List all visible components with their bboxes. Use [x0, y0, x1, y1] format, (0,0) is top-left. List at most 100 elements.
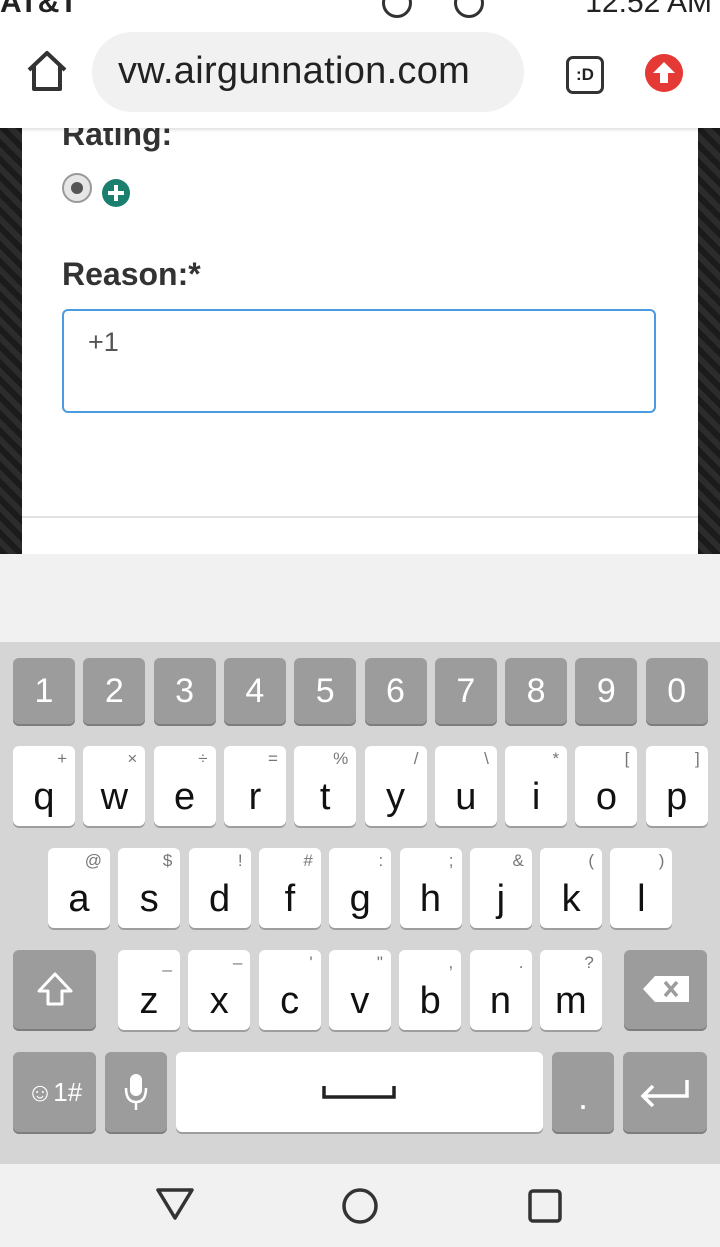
keyboard-suggestion-strip: [0, 554, 720, 642]
key-r[interactable]: = r: [223, 746, 286, 826]
key-w[interactable]: × w: [83, 746, 146, 826]
data-saver-icon: [382, 0, 412, 18]
key-t[interactable]: % t: [294, 746, 357, 826]
key-x[interactable]: – x: [188, 950, 251, 1030]
key-l[interactable]: ) l: [610, 848, 673, 928]
number-key-4[interactable]: 4: [223, 658, 286, 724]
key-letter: z: [139, 980, 159, 1022]
number-key-6[interactable]: 6: [364, 658, 427, 724]
number-key-7[interactable]: 7: [434, 658, 497, 724]
microphone-icon: [124, 1074, 148, 1110]
browser-toolbar: vw.airgunnation.com :D: [0, 18, 720, 128]
key-letter: d: [209, 878, 231, 920]
key-secondary-symbol: ,: [448, 953, 454, 972]
key-letter: m: [554, 980, 587, 1022]
key-c[interactable]: ' c: [258, 950, 321, 1030]
key-o[interactable]: [o: [575, 746, 638, 826]
enter-arrow-icon: [640, 1080, 689, 1108]
key-letter: p: [666, 776, 688, 818]
key-secondary-symbol: _: [162, 953, 172, 972]
key-n[interactable]: .n: [469, 950, 532, 1030]
key-secondary-symbol: +: [57, 749, 67, 768]
key-secondary-symbol: :: [378, 851, 384, 870]
key-secondary-symbol: ?: [584, 953, 594, 972]
key-s[interactable]: $ s: [118, 848, 181, 928]
key-secondary-symbol: $: [162, 851, 173, 870]
number-key-9[interactable]: 9: [575, 658, 638, 724]
key-secondary-symbol: ;: [448, 851, 454, 870]
key-letter: a: [68, 878, 90, 920]
key-secondary-symbol: ): [658, 851, 665, 870]
alarm-icon: [454, 0, 484, 18]
enter-key[interactable]: [623, 1052, 707, 1132]
key-letter: o: [595, 776, 617, 818]
key-letter: e: [174, 776, 196, 818]
key-g[interactable]: :g: [329, 848, 392, 928]
key-b[interactable]: ,b: [399, 950, 462, 1030]
backspace-key[interactable]: [624, 950, 707, 1029]
keyboard: ☺1# . 1 2 3 4 5 6 7 8 9 0 + q × w ÷ e = r% t / y \ u * i[o] p @ a $ s…: [0, 642, 720, 1164]
number-key-3[interactable]: 3: [153, 658, 216, 724]
key-u[interactable]: \ u: [434, 746, 497, 826]
key-a[interactable]: @ a: [48, 848, 110, 928]
key-secondary-symbol: !: [237, 851, 243, 870]
reason-textarea[interactable]: +1: [62, 309, 656, 413]
key-k[interactable]: (k: [540, 848, 603, 928]
page-viewport: Rating: Reason:* +1: [0, 128, 720, 554]
key-letter: s: [139, 878, 159, 920]
carrier-label: AT&T: [0, 0, 78, 18]
space-key[interactable]: [176, 1052, 543, 1132]
key-secondary-symbol: /: [413, 749, 419, 768]
home-circle-icon[interactable]: [341, 1187, 379, 1225]
rating-label: Rating:: [62, 128, 173, 152]
key-p[interactable]: ] p: [645, 746, 708, 826]
backspace-icon: [643, 976, 689, 1002]
key-h[interactable]: ; h: [399, 848, 462, 928]
symbols-key[interactable]: ☺1#: [13, 1052, 96, 1132]
back-triangle-icon[interactable]: [155, 1186, 195, 1222]
key-secondary-symbol: –: [232, 953, 243, 972]
key-letter: k: [561, 878, 581, 920]
key-e[interactable]: ÷ e: [153, 746, 216, 826]
key-secondary-symbol: =: [267, 749, 278, 768]
key-y[interactable]: / y: [364, 746, 427, 826]
shift-key[interactable]: [13, 950, 96, 1029]
key-letter: r: [248, 776, 262, 818]
plus-circle-icon[interactable]: [102, 179, 130, 207]
key-i[interactable]: * i: [505, 746, 568, 826]
extension-button[interactable]: :D: [566, 56, 604, 94]
key-letter: b: [419, 980, 441, 1022]
key-letter: f: [284, 878, 296, 920]
rating-neutral-radio[interactable]: [62, 173, 92, 203]
upload-arrow-icon[interactable]: [645, 54, 683, 92]
key-letter: w: [100, 776, 129, 818]
clock: 12:52 AM: [585, 0, 712, 18]
key-z[interactable]: _ z: [118, 950, 180, 1030]
key-q[interactable]: + q: [13, 746, 75, 826]
voice-input-key[interactable]: [105, 1052, 167, 1132]
key-d[interactable]: ! d: [188, 848, 251, 928]
period-key[interactable]: .: [552, 1052, 614, 1132]
key-letter: t: [319, 776, 331, 818]
recents-square-icon[interactable]: [527, 1188, 563, 1224]
home-icon[interactable]: [24, 48, 70, 94]
key-m[interactable]: ? m: [539, 950, 602, 1030]
key-v[interactable]: " v: [328, 950, 391, 1030]
number-key-2[interactable]: 2: [83, 658, 146, 724]
key-letter: i: [531, 776, 541, 818]
reason-text: +1: [88, 327, 119, 357]
key-letter: j: [496, 878, 506, 920]
key-secondary-symbol: [: [624, 749, 630, 768]
key-letter: q: [33, 776, 55, 818]
number-key-5[interactable]: 5: [294, 658, 357, 724]
number-key-1[interactable]: 1: [13, 658, 75, 724]
address-bar[interactable]: vw.airgunnation.com: [92, 32, 524, 112]
key-f[interactable]: # f: [258, 848, 321, 928]
key-secondary-symbol: *: [552, 749, 560, 768]
key-secondary-symbol: %: [333, 749, 349, 768]
number-key-0[interactable]: 0: [645, 658, 708, 724]
key-j[interactable]: & j: [469, 848, 532, 928]
number-key-8[interactable]: 8: [505, 658, 568, 724]
system-nav-bar: [0, 1164, 720, 1247]
key-secondary-symbol: ]: [694, 749, 700, 768]
